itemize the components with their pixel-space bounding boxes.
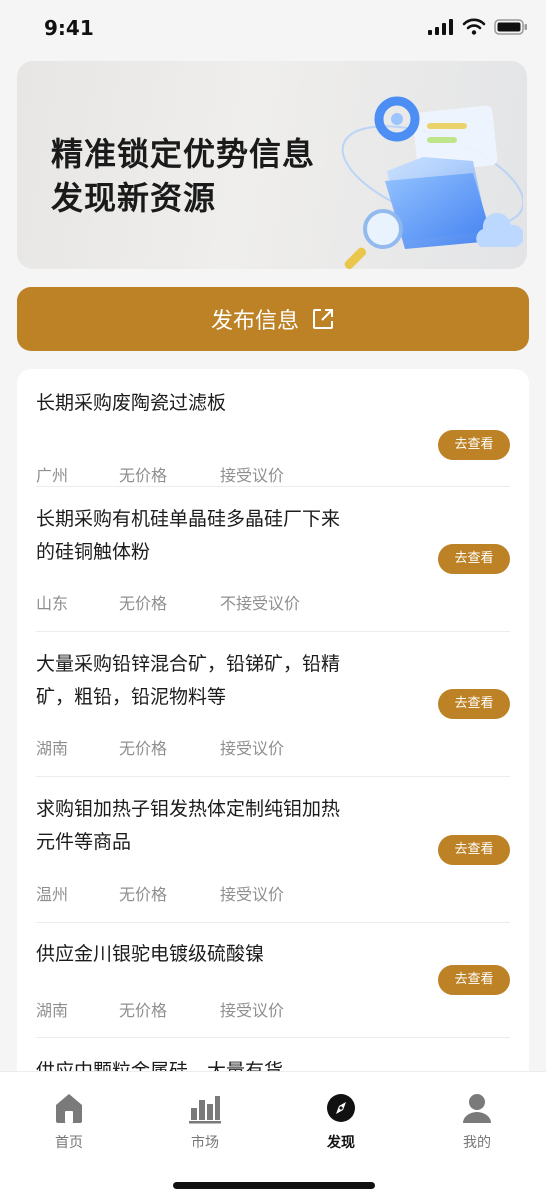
listing-negotiable: 接受议价 (220, 885, 285, 904)
status-icons (428, 18, 528, 35)
listing-title: 供应金川银驼电镀级硫酸镍 (36, 943, 265, 965)
external-link-icon (313, 309, 333, 329)
list-item[interactable]: 大量采购铅锌混合矿，铅锑矿，铅精矿，粗铅，铅泥物料等 去查看 湖南 无价格 接受… (36, 631, 510, 777)
tab-discover[interactable]: 发现 (301, 1092, 381, 1152)
listing-negotiable: 接受议价 (220, 739, 285, 758)
view-button[interactable]: 去查看 (438, 544, 510, 574)
listing-title: 长期采购废陶瓷过滤板 (36, 392, 227, 414)
listing-title: 长期采购有机硅单晶硅多晶硅厂下来的硅铜触体粉 (36, 508, 341, 563)
cellular-signal-icon (428, 18, 453, 35)
tab-profile[interactable]: 我的 (437, 1092, 517, 1152)
view-button[interactable]: 去查看 (438, 835, 510, 865)
home-indicator (173, 1182, 375, 1189)
list-item[interactable]: 长期采购有机硅单晶硅多晶硅厂下来的硅铜触体粉 去查看 山东 无价格 不接受议价 (36, 486, 510, 632)
publish-button-label: 发布信息 (210, 309, 299, 334)
listing-region: 山东 (36, 594, 69, 613)
wifi-icon (462, 18, 486, 35)
listing-price: 无价格 (119, 739, 168, 758)
compass-icon (327, 1094, 355, 1122)
listing-title: 求购钼加热子钼发热体定制纯钼加热元件等商品 (36, 798, 341, 853)
listing-price: 无价格 (119, 1001, 168, 1020)
listing-negotiable: 接受议价 (220, 466, 285, 485)
tab-label: 首页 (55, 1135, 83, 1151)
listing-list: 长期采购废陶瓷过滤板 去查看 广州 无价格 接受议价 长期采购有机硅单晶硅多晶硅… (17, 369, 529, 1109)
listing-price: 无价格 (119, 594, 168, 613)
list-item[interactable]: 求购钼加热子钼发热体定制纯钼加热元件等商品 去查看 温州 无价格 接受议价 (36, 776, 510, 923)
home-icon (56, 1094, 82, 1123)
user-icon (463, 1094, 491, 1123)
tab-market[interactable]: 市场 (165, 1092, 245, 1152)
tab-label: 我的 (463, 1135, 491, 1151)
view-button[interactable]: 去查看 (438, 430, 510, 460)
listing-region: 温州 (36, 885, 69, 904)
banner-subheadline: 发现新资源 (51, 179, 217, 217)
status-time: 9:41 (44, 16, 94, 40)
listing-region: 湖南 (36, 739, 69, 758)
view-button[interactable]: 去查看 (438, 689, 510, 719)
tab-home[interactable]: 首页 (29, 1092, 109, 1152)
listing-price: 无价格 (119, 466, 168, 485)
list-item[interactable]: 供应金川银驼电镀级硫酸镍 去查看 湖南 无价格 接受议价 (36, 922, 510, 1038)
folder-search-illustration (341, 96, 523, 269)
listing-title: 大量采购铅锌混合矿，铅锑矿，铅精矿，粗铅，铅泥物料等 (36, 653, 341, 708)
tab-label: 发现 (327, 1135, 355, 1151)
bar-chart-icon (189, 1096, 221, 1124)
tab-label: 市场 (191, 1135, 219, 1151)
listing-region: 湖南 (36, 1001, 69, 1020)
listing-price: 无价格 (119, 885, 168, 904)
promo-banner[interactable]: 精准锁定优势信息 发现新资源 (17, 61, 527, 269)
list-item[interactable]: 长期采购废陶瓷过滤板 去查看 广州 无价格 接受议价 (36, 386, 510, 487)
listing-negotiable: 接受议价 (220, 1001, 285, 1020)
view-button[interactable]: 去查看 (438, 965, 510, 995)
status-bar: 9:41 (0, 0, 546, 56)
battery-icon (494, 18, 527, 35)
listing-negotiable: 不接受议价 (220, 594, 301, 613)
publish-button[interactable]: 发布信息 (17, 287, 529, 351)
listing-region: 广州 (36, 466, 69, 485)
tab-bar: 首页 市场 发现 我的 (0, 1071, 546, 1200)
banner-headline: 精准锁定优势信息 (51, 135, 316, 173)
